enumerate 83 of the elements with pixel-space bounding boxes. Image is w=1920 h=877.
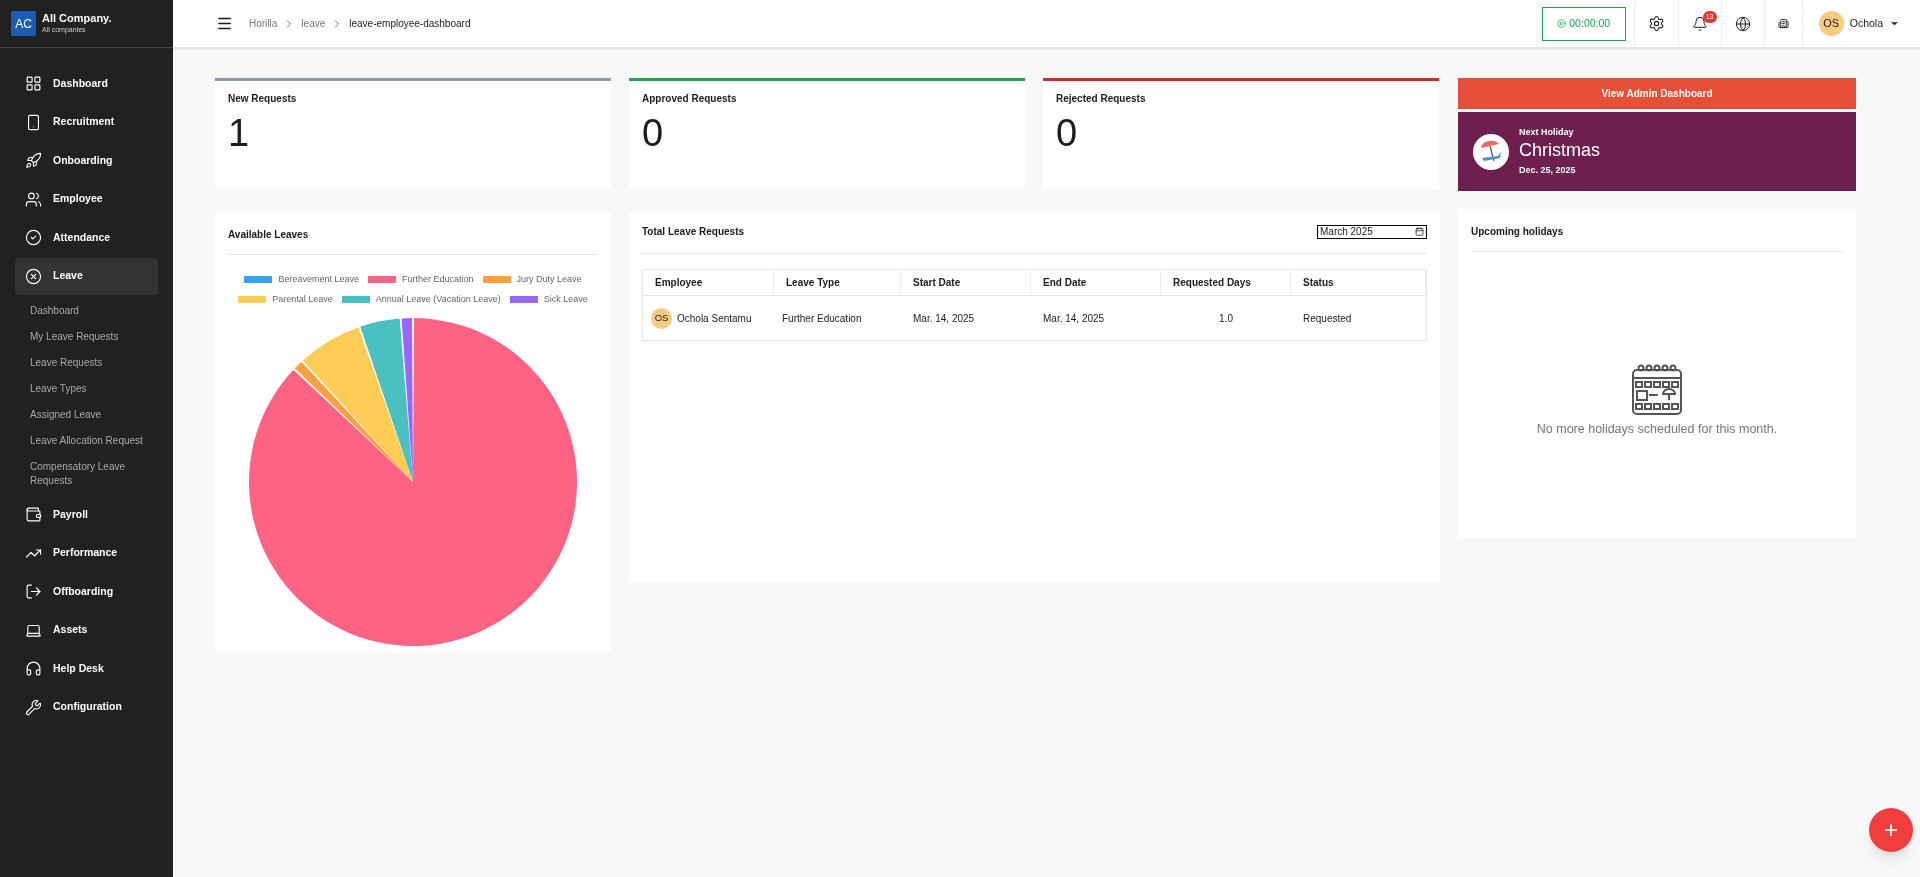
column-header: End Date <box>1031 270 1161 295</box>
column-header: Leave Type <box>774 270 901 295</box>
holiday-label: Next Holiday <box>1519 125 1575 139</box>
nav-subitem[interactable]: Leave Requests <box>30 356 158 370</box>
wallet-icon <box>25 506 42 523</box>
table-cell-text: Mar. 14, 2025 <box>1042 311 1106 326</box>
user-menu[interactable]: OS Ochola <box>1801 0 1900 47</box>
table-cell-text: Ochola Sentamu <box>677 311 752 326</box>
pie-slice[interactable] <box>294 361 413 482</box>
legend-item[interactable]: Sick Leave <box>509 292 588 306</box>
nav-subitem[interactable]: Leave Types <box>30 382 158 396</box>
nav-subitem[interactable]: Dashboard <box>30 304 158 318</box>
people-icon <box>25 190 42 208</box>
stat-title: Approved Requests <box>642 92 738 106</box>
nav-item[interactable]: Help Desk <box>15 650 158 687</box>
legend-item[interactable]: Bereavement Leave <box>244 273 359 287</box>
phone-icon <box>25 113 42 131</box>
menu-icon[interactable] <box>216 15 233 32</box>
breadcrumb-link[interactable]: leave-employee-dashboard <box>349 16 471 31</box>
empty-message: No more holidays scheduled for this month. <box>1536 421 1778 438</box>
tools-icon <box>25 698 42 716</box>
employee-avatar: OS <box>651 307 672 329</box>
column-header: Employee <box>643 270 774 295</box>
nav-item[interactable]: Onboarding <box>15 142 158 179</box>
nav-item[interactable]: Employee <box>15 180 158 218</box>
breadcrumb-link[interactable]: Horilla <box>249 16 278 31</box>
x-circle-icon <box>25 267 42 285</box>
nav-subitem[interactable]: Compensatory Leave Requests <box>30 460 158 488</box>
nav-item[interactable]: Offboarding <box>15 573 158 610</box>
grid-icon <box>25 75 42 92</box>
nav-item[interactable]: Dashboard <box>15 65 158 102</box>
stat-title: New Requests <box>228 92 298 106</box>
column-header: Start Date <box>901 270 1031 295</box>
user-avatar: OS <box>1818 11 1844 36</box>
table-cell-text: Requested <box>1302 311 1353 326</box>
nav-subitem[interactable]: My Leave Requests <box>30 330 158 344</box>
table-cell-text: 1.0 <box>1218 311 1234 326</box>
holiday-date: Dec. 25, 2025 <box>1519 164 1577 177</box>
card-title: Upcoming holidays <box>1471 224 1843 252</box>
calendar-icon <box>1415 227 1424 236</box>
check-circle-icon <box>25 229 42 246</box>
month-field[interactable]: March 2025 <box>1317 224 1427 239</box>
stat-value: 0 <box>642 111 665 156</box>
settings-icon[interactable] <box>1647 15 1665 32</box>
notification-icon[interactable] <box>1691 15 1708 32</box>
legend-item[interactable]: Jury Duty Leave <box>482 273 582 287</box>
calendar-icon <box>1630 362 1684 416</box>
nav-item[interactable]: Performance <box>15 534 158 572</box>
column-header: Requested Days <box>1161 270 1291 295</box>
headset-icon <box>25 660 42 677</box>
building-icon[interactable] <box>1777 18 1789 29</box>
nav-item[interactable]: Leave <box>15 257 158 295</box>
add-button[interactable]: + <box>1869 808 1913 852</box>
column-header: Status <box>1291 270 1426 295</box>
stat-value: 0 <box>1056 111 1079 156</box>
beach-chair-icon <box>1473 133 1509 170</box>
admin-dashboard-button[interactable]: View Admin Dashboard <box>1458 78 1856 109</box>
table-cell-text: Further Education <box>781 311 863 326</box>
pie-slice[interactable] <box>249 318 577 646</box>
rocket-icon <box>25 152 42 169</box>
nav-subitem[interactable]: Assigned Leave <box>30 408 158 422</box>
legend-item[interactable]: Parental Leave <box>238 292 333 306</box>
company-logo: AC <box>11 11 36 36</box>
table-cell-text: Mar. 14, 2025 <box>912 311 976 326</box>
nav-item[interactable]: Attendance <box>15 219 158 256</box>
legend-item[interactable]: Annual Leave (Vacation Leave) <box>341 292 501 306</box>
stat-value: 1 <box>228 111 251 156</box>
nav-item[interactable]: Assets <box>15 611 158 649</box>
nav-item[interactable]: Recruitment <box>15 103 158 141</box>
exit-icon <box>25 583 42 600</box>
globe-icon[interactable] <box>1734 15 1751 32</box>
nav-item[interactable]: Payroll <box>15 496 158 533</box>
pie-slice[interactable] <box>302 327 413 482</box>
stat-title: Rejected Requests <box>1056 92 1147 106</box>
nav-subitem[interactable]: Leave Allocation Request <box>30 434 158 448</box>
nav-item[interactable]: Configuration <box>15 688 158 726</box>
legend-item[interactable]: Further Education <box>368 273 474 287</box>
card-title: Total Leave Requests <box>642 225 745 239</box>
holiday-name: Christmas <box>1519 139 1600 161</box>
pie-slice[interactable] <box>360 318 413 482</box>
card-title: Available Leaves <box>228 227 598 255</box>
company-name: All Company. <box>42 12 112 26</box>
breadcrumb-link[interactable]: leave <box>301 16 326 31</box>
